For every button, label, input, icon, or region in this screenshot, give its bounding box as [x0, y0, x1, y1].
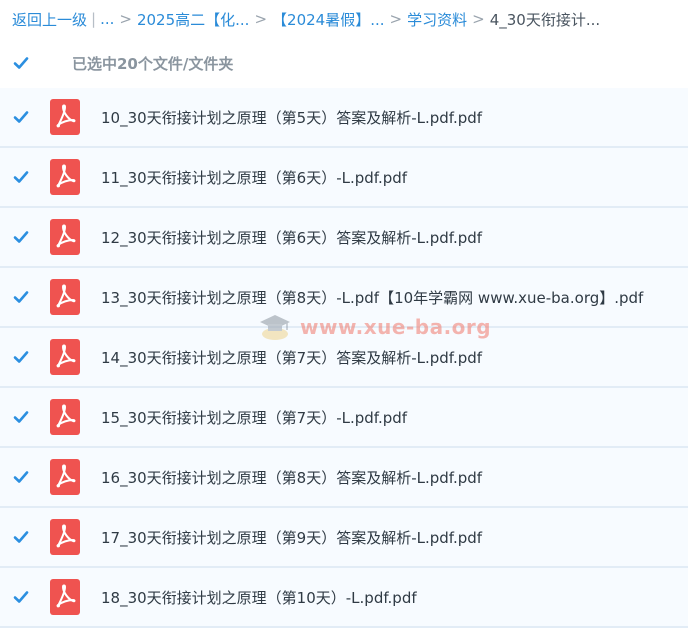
pdf-icon — [50, 519, 80, 555]
file-name[interactable]: 13_30天衔接计划之原理（第8天）-L.pdf【10年学霸网 www.xue-… — [101, 287, 643, 308]
file-checkbox[interactable] — [12, 408, 30, 426]
file-row[interactable]: 12_30天衔接计划之原理（第6天）答案及解析-L.pdf.pdf — [0, 208, 688, 268]
breadcrumb-current: 4_30天衔接计... — [489, 10, 601, 29]
file-checkbox[interactable] — [12, 288, 30, 306]
file-list: 10_30天衔接计划之原理（第5天）答案及解析-L.pdf.pdf 11_30天衔… — [0, 88, 688, 628]
file-checkbox[interactable] — [12, 588, 30, 606]
pdf-icon — [50, 579, 80, 615]
chevron-right-icon: > — [119, 10, 132, 28]
pdf-icon — [50, 279, 80, 315]
chevron-right-icon: > — [389, 10, 403, 28]
file-checkbox[interactable] — [12, 468, 30, 486]
file-row[interactable]: 17_30天衔接计划之原理（第9天）答案及解析-L.pdf.pdf — [0, 508, 688, 568]
file-name[interactable]: 17_30天衔接计划之原理（第9天）答案及解析-L.pdf.pdf — [101, 527, 482, 548]
file-checkbox[interactable] — [12, 348, 30, 366]
pdf-icon — [50, 459, 80, 495]
file-name[interactable]: 16_30天衔接计划之原理（第8天）答案及解析-L.pdf.pdf — [101, 467, 482, 488]
file-checkbox[interactable] — [12, 228, 30, 246]
file-checkbox[interactable] — [12, 528, 30, 546]
file-row[interactable]: 11_30天衔接计划之原理（第6天）-L.pdf.pdf — [0, 148, 688, 208]
breadcrumb-ellipsis[interactable]: ... — [100, 10, 114, 28]
breadcrumb-divider: | — [91, 10, 97, 28]
file-row[interactable]: 16_30天衔接计划之原理（第8天）答案及解析-L.pdf.pdf — [0, 448, 688, 508]
back-link[interactable]: 返回上一级 — [12, 9, 87, 30]
selection-bar: 已选中20个文件/文件夹 — [0, 38, 688, 88]
file-name[interactable]: 15_30天衔接计划之原理（第7天）-L.pdf.pdf — [101, 407, 407, 428]
file-row[interactable]: 15_30天衔接计划之原理（第7天）-L.pdf.pdf — [0, 388, 688, 448]
pdf-icon — [50, 159, 80, 195]
file-row[interactable]: 10_30天衔接计划之原理（第5天）答案及解析-L.pdf.pdf — [0, 88, 688, 148]
breadcrumb-item[interactable]: 【2024暑假】... — [272, 9, 384, 30]
select-all-checkbox[interactable] — [12, 54, 30, 72]
pdf-icon — [50, 219, 80, 255]
file-name[interactable]: 11_30天衔接计划之原理（第6天）-L.pdf.pdf — [101, 167, 407, 188]
file-checkbox[interactable] — [12, 168, 30, 186]
file-row[interactable]: 18_30天衔接计划之原理（第10天）-L.pdf.pdf — [0, 568, 688, 628]
pdf-icon — [50, 399, 80, 435]
breadcrumb-item[interactable]: 学习资料 — [407, 9, 467, 30]
file-name[interactable]: 10_30天衔接计划之原理（第5天）答案及解析-L.pdf.pdf — [101, 107, 482, 128]
breadcrumb-item[interactable]: 2025高二【化... — [137, 9, 249, 30]
pdf-icon — [50, 339, 80, 375]
file-row[interactable]: 14_30天衔接计划之原理（第7天）答案及解析-L.pdf.pdf — [0, 328, 688, 388]
selection-count-label: 已选中20个文件/文件夹 — [72, 54, 234, 73]
pdf-icon — [50, 99, 80, 135]
file-name[interactable]: 18_30天衔接计划之原理（第10天）-L.pdf.pdf — [101, 587, 417, 608]
file-name[interactable]: 14_30天衔接计划之原理（第7天）答案及解析-L.pdf.pdf — [101, 347, 482, 368]
chevron-right-icon: > — [472, 10, 485, 28]
file-name[interactable]: 12_30天衔接计划之原理（第6天）答案及解析-L.pdf.pdf — [101, 227, 482, 248]
file-row[interactable]: 13_30天衔接计划之原理（第8天）-L.pdf【10年学霸网 www.xue-… — [0, 268, 688, 328]
chevron-right-icon: > — [254, 10, 268, 28]
file-checkbox[interactable] — [12, 108, 30, 126]
breadcrumb: 返回上一级 | ... > 2025高二【化... > 【2024暑假】... … — [0, 0, 688, 38]
